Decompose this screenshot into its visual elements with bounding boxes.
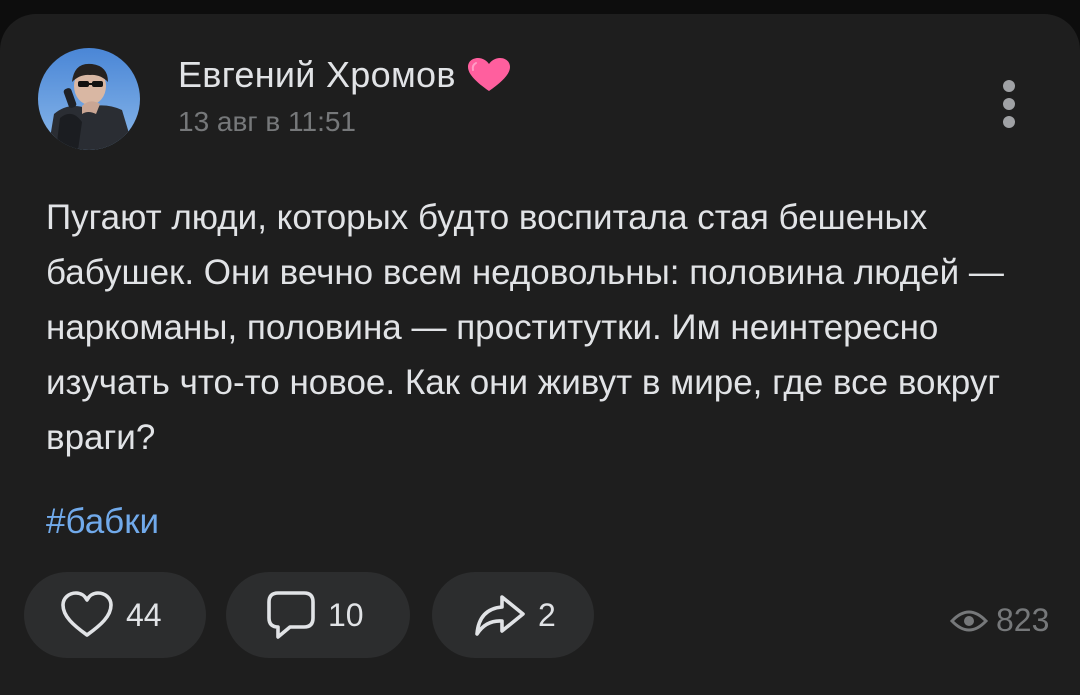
post-card: Евгений Хромов 13 авг в 11:51 Пугают люд… [0,14,1080,695]
more-options-button[interactable] [992,74,1026,134]
avatar-image [38,48,140,150]
views-counter: 823 [950,602,1049,639]
share-arrow-icon [475,595,525,636]
comment-bubble-icon [267,591,315,639]
like-count: 44 [126,596,162,633]
comment-button[interactable]: 10 [226,572,410,658]
views-count: 823 [996,602,1050,638]
author-name[interactable]: Евгений Хромов [178,54,456,96]
comment-count: 10 [328,596,364,633]
author-name-row: Евгений Хромов [178,54,512,96]
heart-outline-icon [61,591,113,637]
like-button[interactable]: 44 [24,572,206,658]
share-button[interactable]: 2 [432,572,594,658]
vertical-dots-icon [1003,80,1015,128]
post-text: Пугают люди, которых будто воспитала ста… [46,198,1004,457]
hashtag-link[interactable]: #бабки [46,502,159,542]
avatar[interactable] [38,48,140,150]
eye-icon [950,610,988,631]
post-date[interactable]: 13 авг в 11:51 [178,106,356,138]
share-count: 2 [538,596,556,633]
heart-badge-icon[interactable] [466,57,512,93]
